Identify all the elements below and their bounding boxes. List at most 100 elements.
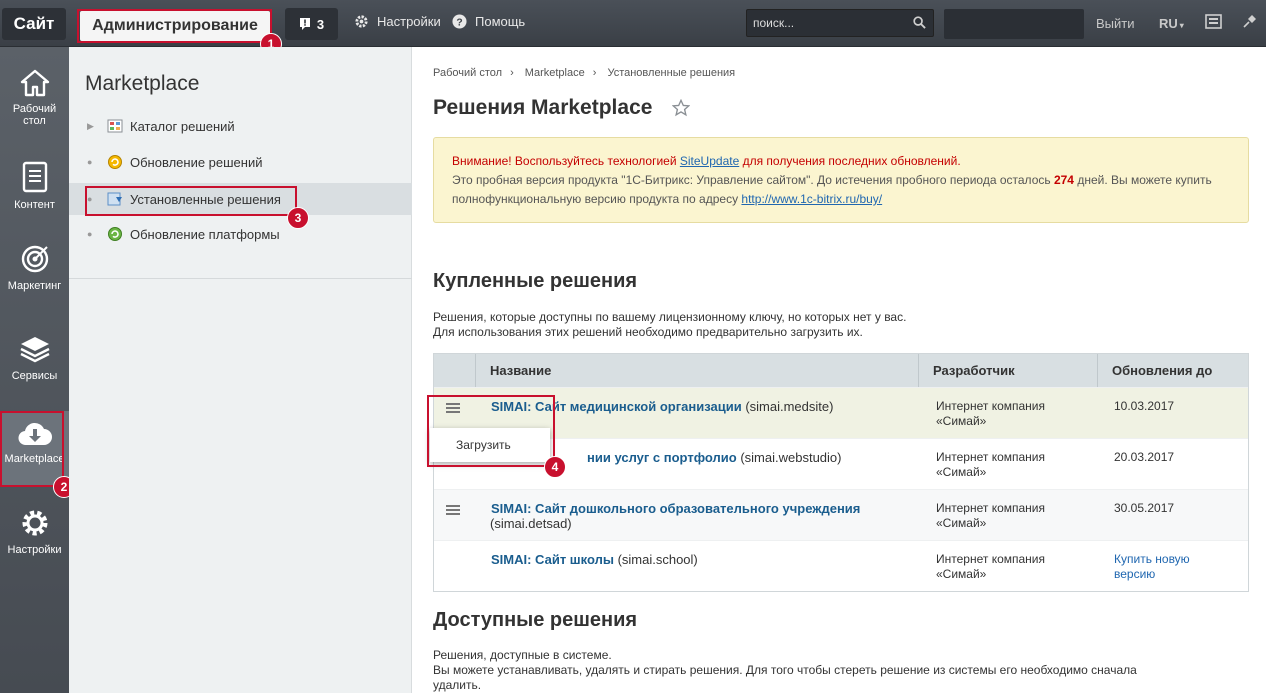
language-label: RU — [1159, 16, 1178, 31]
star-icon[interactable] — [672, 99, 690, 117]
platform-update-icon — [108, 227, 122, 241]
update-date: 20.03.2017 — [1114, 450, 1175, 464]
bullet-icon: ● — [87, 157, 93, 167]
svg-text:?: ? — [456, 17, 462, 28]
menu-icon[interactable] — [446, 505, 460, 515]
solution-name[interactable]: SIMAI: Сайт дошкольного образовательного… — [491, 501, 919, 516]
bullet-icon: ● — [87, 229, 93, 239]
available-desc-line: удалить. — [433, 678, 482, 692]
nav-item-desktop[interactable]: Рабочий стол — [0, 59, 69, 139]
notifications-count: 3 — [316, 16, 325, 32]
catalog-icon — [107, 119, 123, 133]
settings-link[interactable]: Настройки — [354, 14, 441, 29]
nav-item-marketing[interactable]: Маркетинг — [0, 234, 69, 314]
solution-code: (simai.detsad) — [490, 516, 572, 531]
table-row[interactable]: SIMAI: Сайт дошкольного образовательного… — [434, 489, 1248, 540]
nav-item-content[interactable]: Контент — [0, 151, 69, 231]
available-description: Решения, доступные в системе. Вы можете … — [433, 648, 1137, 693]
developer-name: «Симай» — [936, 516, 987, 530]
target-icon — [21, 245, 48, 273]
search-icon[interactable] — [913, 16, 926, 29]
pin-icon[interactable] — [1242, 14, 1257, 29]
breadcrumb-separator: › — [592, 67, 597, 79]
available-desc-line: Решения, доступные в системе. — [433, 648, 612, 662]
annotation-badge-4: 4 — [544, 456, 566, 478]
section-menu: Marketplace ▶ Каталог решений ● Обновлен… — [69, 47, 412, 693]
search-input[interactable]: поиск... — [746, 9, 934, 37]
annotation-frame-3 — [85, 186, 297, 216]
buy-url-link[interactable]: http://www.1c-bitrix.ru/buy/ — [741, 192, 882, 206]
buy-new-version-link[interactable]: Купить новую — [1114, 552, 1248, 567]
help-label: Помощь — [475, 14, 526, 29]
notice-text: Это пробная версия продукта "1С-Битрикс:… — [452, 173, 1054, 187]
breadcrumb-item[interactable]: Marketplace — [525, 67, 585, 79]
annotation-badge-3: 3 — [287, 207, 309, 229]
buy-new-version-link[interactable]: версию — [1114, 567, 1248, 582]
gear-icon — [22, 510, 47, 536]
nav-label: Маркетинг — [7, 280, 62, 292]
menu-item-catalog[interactable]: ▶ Каталог решений — [69, 110, 412, 142]
menu-title: Marketplace — [85, 72, 200, 95]
left-navigation: Рабочий стол Контент Маркетинг Сервисы M… — [0, 47, 69, 693]
document-icon — [22, 161, 47, 193]
annotation-frame-4 — [427, 395, 555, 467]
solution-name[interactable]: нии услуг с портфолио — [587, 450, 737, 465]
settings-label: Настройки — [377, 14, 441, 29]
keyboard-icon[interactable] — [1205, 14, 1222, 29]
nav-label: Сервисы — [11, 370, 58, 382]
nav-label: Рабочий стол — [12, 103, 57, 127]
update-date: 10.03.2017 — [1114, 399, 1175, 413]
developer-name: Интернет компания — [936, 450, 1046, 464]
developer-name: «Симай» — [936, 567, 987, 581]
nav-item-services[interactable]: Сервисы — [0, 324, 69, 404]
siteupdate-link[interactable]: SiteUpdate — [680, 154, 739, 168]
layers-icon — [19, 337, 50, 363]
trial-notice: Внимание! Воспользуйтесь технологией Sit… — [433, 137, 1249, 223]
user-name-field[interactable] — [944, 9, 1084, 39]
developer-name: Интернет компания — [936, 399, 1046, 413]
help-link[interactable]: ? Помощь — [452, 14, 525, 29]
purchased-description: Решения, которые доступны по вашему лице… — [433, 310, 906, 340]
notice-warning-text: для получения последних обновлений. — [739, 154, 961, 168]
update-date: 30.05.2017 — [1114, 501, 1175, 515]
menu-divider — [69, 278, 412, 279]
header-cell-updates[interactable]: Обновления до — [1098, 354, 1248, 387]
breadcrumb: Рабочий стол › Marketplace › Установленные… — [433, 67, 743, 79]
developer-name: Интернет компания — [936, 552, 1046, 566]
header-cell-developer[interactable]: Разработчик — [919, 354, 1098, 387]
notifications-button[interactable]: 3 — [285, 8, 338, 40]
breadcrumb-item[interactable]: Установленные решения — [607, 67, 735, 79]
developer-name: «Симай» — [936, 465, 987, 479]
breadcrumb-item[interactable]: Рабочий стол — [433, 67, 502, 79]
solution-code: (simai.webstudio) — [736, 450, 842, 465]
notification-icon — [299, 18, 310, 30]
gear-icon — [355, 15, 368, 28]
notice-warning: Внимание! Воспользуйтесь технологией Sit… — [452, 154, 961, 168]
expand-arrow-icon[interactable]: ▶ — [87, 121, 107, 132]
update-icon — [108, 155, 122, 169]
site-tab[interactable]: Сайт — [2, 8, 66, 40]
logout-link[interactable]: Выйти — [1096, 16, 1135, 31]
developer-name: Интернет компания — [936, 501, 1046, 515]
table-row[interactable]: SIMAI: Сайт школы (simai.school) Интерне… — [434, 540, 1248, 591]
available-desc-line: Вы можете устанавливать, удалять и стира… — [433, 663, 1137, 677]
language-selector[interactable]: RU ▾ — [1159, 16, 1184, 31]
solution-code: (simai.school) — [613, 552, 698, 567]
notice-warning-text: Внимание! Воспользуйтесь технологией — [452, 154, 680, 168]
purchased-desc-line: Решения, которые доступны по вашему лице… — [433, 310, 907, 324]
annotation-frame-1 — [77, 9, 272, 43]
menu-item-label: Обновление платформы — [130, 226, 280, 242]
nav-label: Настройки — [7, 544, 62, 556]
purchased-desc-line: Для использования этих решений необходим… — [433, 325, 863, 339]
header-cell-name[interactable]: Название — [476, 354, 919, 387]
menu-item-update-solutions[interactable]: ● Обновление решений — [69, 146, 412, 178]
nav-item-settings[interactable]: Настройки — [0, 498, 69, 578]
available-title: Доступные решения — [433, 609, 638, 631]
page-title: Решения Marketplace — [433, 96, 653, 119]
annotation-frame-2 — [0, 411, 64, 487]
table-row[interactable]: SIMAI: Сайт медицинской организации (sim… — [434, 387, 1248, 438]
menu-item-platform-update[interactable]: ● Обновление платформы — [69, 218, 412, 250]
solution-name[interactable]: SIMAI: Сайт школы — [491, 552, 614, 567]
menu-item-label: Каталог решений — [130, 118, 235, 134]
solution-code: (simai.medsite) — [741, 399, 834, 414]
